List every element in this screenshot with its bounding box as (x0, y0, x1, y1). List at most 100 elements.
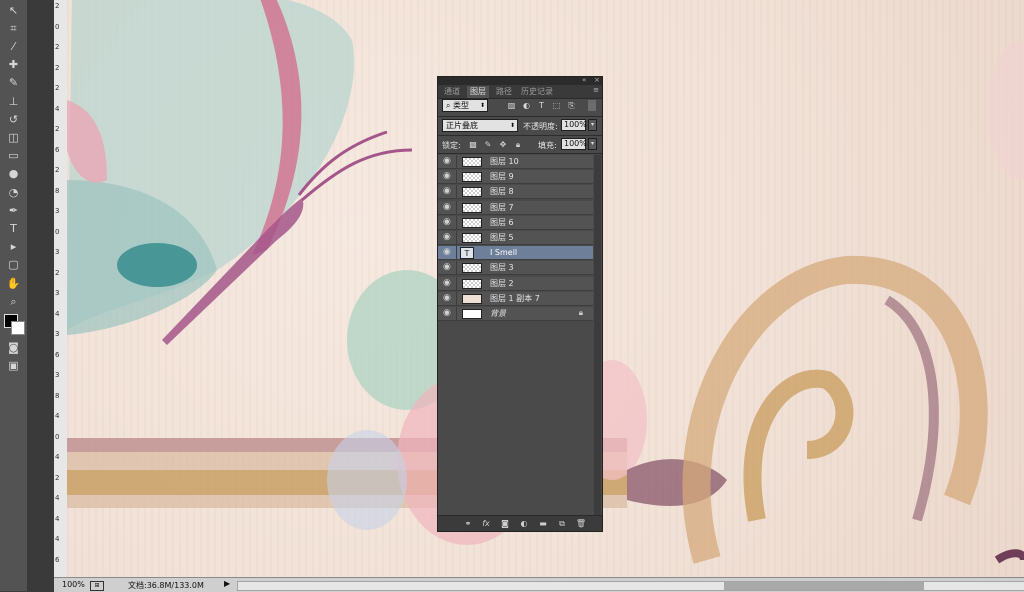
layer-name[interactable]: 图层 5 (490, 232, 514, 244)
tab-0[interactable]: 通道 (441, 86, 463, 98)
layer-thumbnail (462, 263, 482, 274)
color-swatches[interactable] (3, 313, 25, 335)
layer-name[interactable]: 图层 8 (490, 186, 514, 198)
layer-name[interactable]: 图层 9 (490, 171, 514, 183)
move-icon[interactable]: ↖ (4, 2, 23, 18)
divider (456, 261, 457, 276)
layer-style-icon[interactable]: fx (480, 518, 492, 529)
tab-3[interactable]: 历史记录 (518, 86, 556, 98)
horizontal-scrollbar-thumb[interactable] (724, 582, 924, 590)
delete-layer-icon[interactable]: 🗑︎ (575, 518, 587, 529)
eraser-icon[interactable]: ◫ (4, 129, 23, 145)
lock-image-pixels-icon[interactable]: ✎ (483, 139, 493, 150)
proof-icon[interactable]: ⊞ (90, 581, 104, 591)
shape-icon[interactable]: ▢ (4, 257, 23, 273)
history-brush-icon[interactable]: ↺ (4, 111, 23, 127)
status-menu-icon[interactable]: ▶ (224, 579, 230, 588)
gradient-icon[interactable]: ▭ (4, 148, 23, 164)
healing-brush-icon[interactable]: ✚ (4, 57, 23, 73)
visibility-eye-icon[interactable]: ◉ (443, 293, 453, 303)
adjustment-filter-icon[interactable]: ◐ (521, 100, 532, 111)
lock-transparent-pixels-icon[interactable]: ▩ (468, 139, 478, 150)
add-mask-icon[interactable]: ◙ (499, 518, 511, 529)
filter-kind-select[interactable]: ⌕ 类型 ⬍ (442, 99, 488, 112)
screen-mode-icon[interactable]: ▣ (4, 357, 23, 373)
panel-footer: ⚭ fx ◙ ◐ ▬ ⧉ 🗑︎ (438, 515, 602, 531)
layer-list-scrollbar[interactable] (594, 155, 601, 515)
visibility-eye-icon[interactable]: ◉ (443, 278, 453, 288)
layer-row[interactable]: ◉ 图层 5 (438, 231, 593, 245)
visibility-eye-icon[interactable]: ◉ (443, 263, 453, 272)
layer-name[interactable]: 图层 2 (490, 278, 514, 290)
lock-position-icon[interactable]: ✥ (498, 139, 508, 150)
panel-titlebar[interactable]: « × (438, 76, 602, 85)
layer-row[interactable]: ◉ 背景 🔒︎ (438, 307, 593, 321)
layer-row[interactable]: ◉ 图层 3 (438, 261, 593, 276)
brush-icon[interactable]: ✎ (4, 75, 23, 91)
clone-stamp-icon[interactable]: ⊥ (4, 93, 23, 109)
zoom-level[interactable]: 100% (62, 580, 85, 589)
eyedropper-icon[interactable]: ⁄ (4, 38, 23, 54)
blend-mode-select[interactable]: 正片叠底 ⬍ (442, 119, 518, 132)
opacity-slider-arrow[interactable]: ▾ (588, 119, 597, 131)
zoom-icon[interactable]: ⌕ (4, 293, 23, 309)
layer-row[interactable]: ◉ 图层 10 (438, 155, 593, 169)
lock-all-icon[interactable]: 🔒︎ (513, 139, 523, 150)
path-selection-icon[interactable]: ▸ (4, 239, 23, 255)
type-filter-icon[interactable]: T (536, 100, 547, 111)
layer-name[interactable]: 图层 7 (490, 202, 514, 214)
layer-row[interactable]: ◉ 图层 7 (438, 200, 593, 215)
fill-slider-arrow[interactable]: ▾ (588, 138, 597, 150)
opacity-input[interactable]: 100% (561, 119, 587, 131)
blue-flower (327, 430, 407, 530)
layer-row[interactable]: ◉ 图层 9 (438, 170, 593, 185)
shape-filter-icon[interactable]: ⬚ (551, 100, 562, 111)
fill-input[interactable]: 100% (561, 138, 587, 150)
layer-name[interactable]: 背景 (490, 308, 506, 320)
tab-2[interactable]: 路径 (493, 86, 515, 98)
ruler-tick-label: 4 (55, 535, 60, 543)
visibility-eye-icon[interactable]: ◉ (443, 217, 453, 227)
layer-name[interactable]: 图层 10 (490, 156, 519, 168)
panel-menu-icon[interactable]: ≡ (593, 86, 599, 94)
visibility-eye-icon[interactable]: ◉ (443, 157, 453, 166)
crop-icon[interactable]: ⌗ (4, 20, 23, 36)
layer-row[interactable]: ◉ 图层 2 (438, 276, 593, 291)
visibility-eye-icon[interactable]: ◉ (443, 202, 453, 212)
visibility-eye-icon[interactable]: ◉ (443, 187, 453, 196)
ruler-tick-label: 3 (55, 248, 60, 256)
ruler-tick-label: 2 (55, 473, 60, 482)
divider (456, 200, 457, 215)
visibility-eye-icon[interactable]: ◉ (443, 248, 453, 257)
collapse-icon[interactable]: « (582, 76, 586, 84)
new-layer-icon[interactable]: ⧉ (556, 518, 568, 529)
layer-row[interactable]: ◉ 图层 6 (438, 215, 593, 230)
adjustment-layer-icon[interactable]: ◐ (518, 518, 530, 529)
background-color-swatch[interactable] (11, 321, 25, 335)
hand-icon[interactable]: ✋ (4, 275, 23, 291)
close-icon[interactable]: × (594, 76, 600, 84)
layer-name[interactable]: 图层 6 (490, 217, 514, 229)
blur-icon[interactable]: ● (4, 166, 23, 182)
dodge-icon[interactable]: ◔ (4, 184, 23, 200)
layer-name[interactable]: 图层 3 (490, 262, 514, 274)
type-icon[interactable]: T (4, 220, 23, 236)
pixel-filter-icon[interactable]: ▨ (506, 100, 517, 111)
tab-1[interactable]: 图层 (467, 86, 489, 98)
quick-mask-icon[interactable]: ◙ (4, 339, 23, 355)
filter-toggle-icon[interactable] (588, 100, 596, 111)
new-group-icon[interactable]: ▬ (537, 518, 549, 529)
horizontal-scrollbar[interactable] (237, 581, 1024, 591)
layer-row[interactable]: ◉ 图层 8 (438, 185, 593, 200)
smart-object-filter-icon[interactable]: ⎘ (566, 100, 577, 111)
layer-name[interactable]: 图层 1 副本 7 (490, 293, 540, 305)
layer-row[interactable]: ◉ T I Smell (438, 246, 593, 261)
link-layers-icon[interactable]: ⚭ (462, 518, 474, 529)
pen-icon[interactable]: ✒ (4, 202, 23, 218)
visibility-eye-icon[interactable]: ◉ (443, 172, 453, 181)
visibility-eye-icon[interactable]: ◉ (443, 233, 453, 242)
workspace-gutter (27, 0, 54, 591)
visibility-eye-icon[interactable]: ◉ (443, 309, 453, 318)
layer-row[interactable]: ◉ 图层 1 副本 7 (438, 291, 593, 306)
layer-name[interactable]: I Smell (490, 247, 517, 259)
